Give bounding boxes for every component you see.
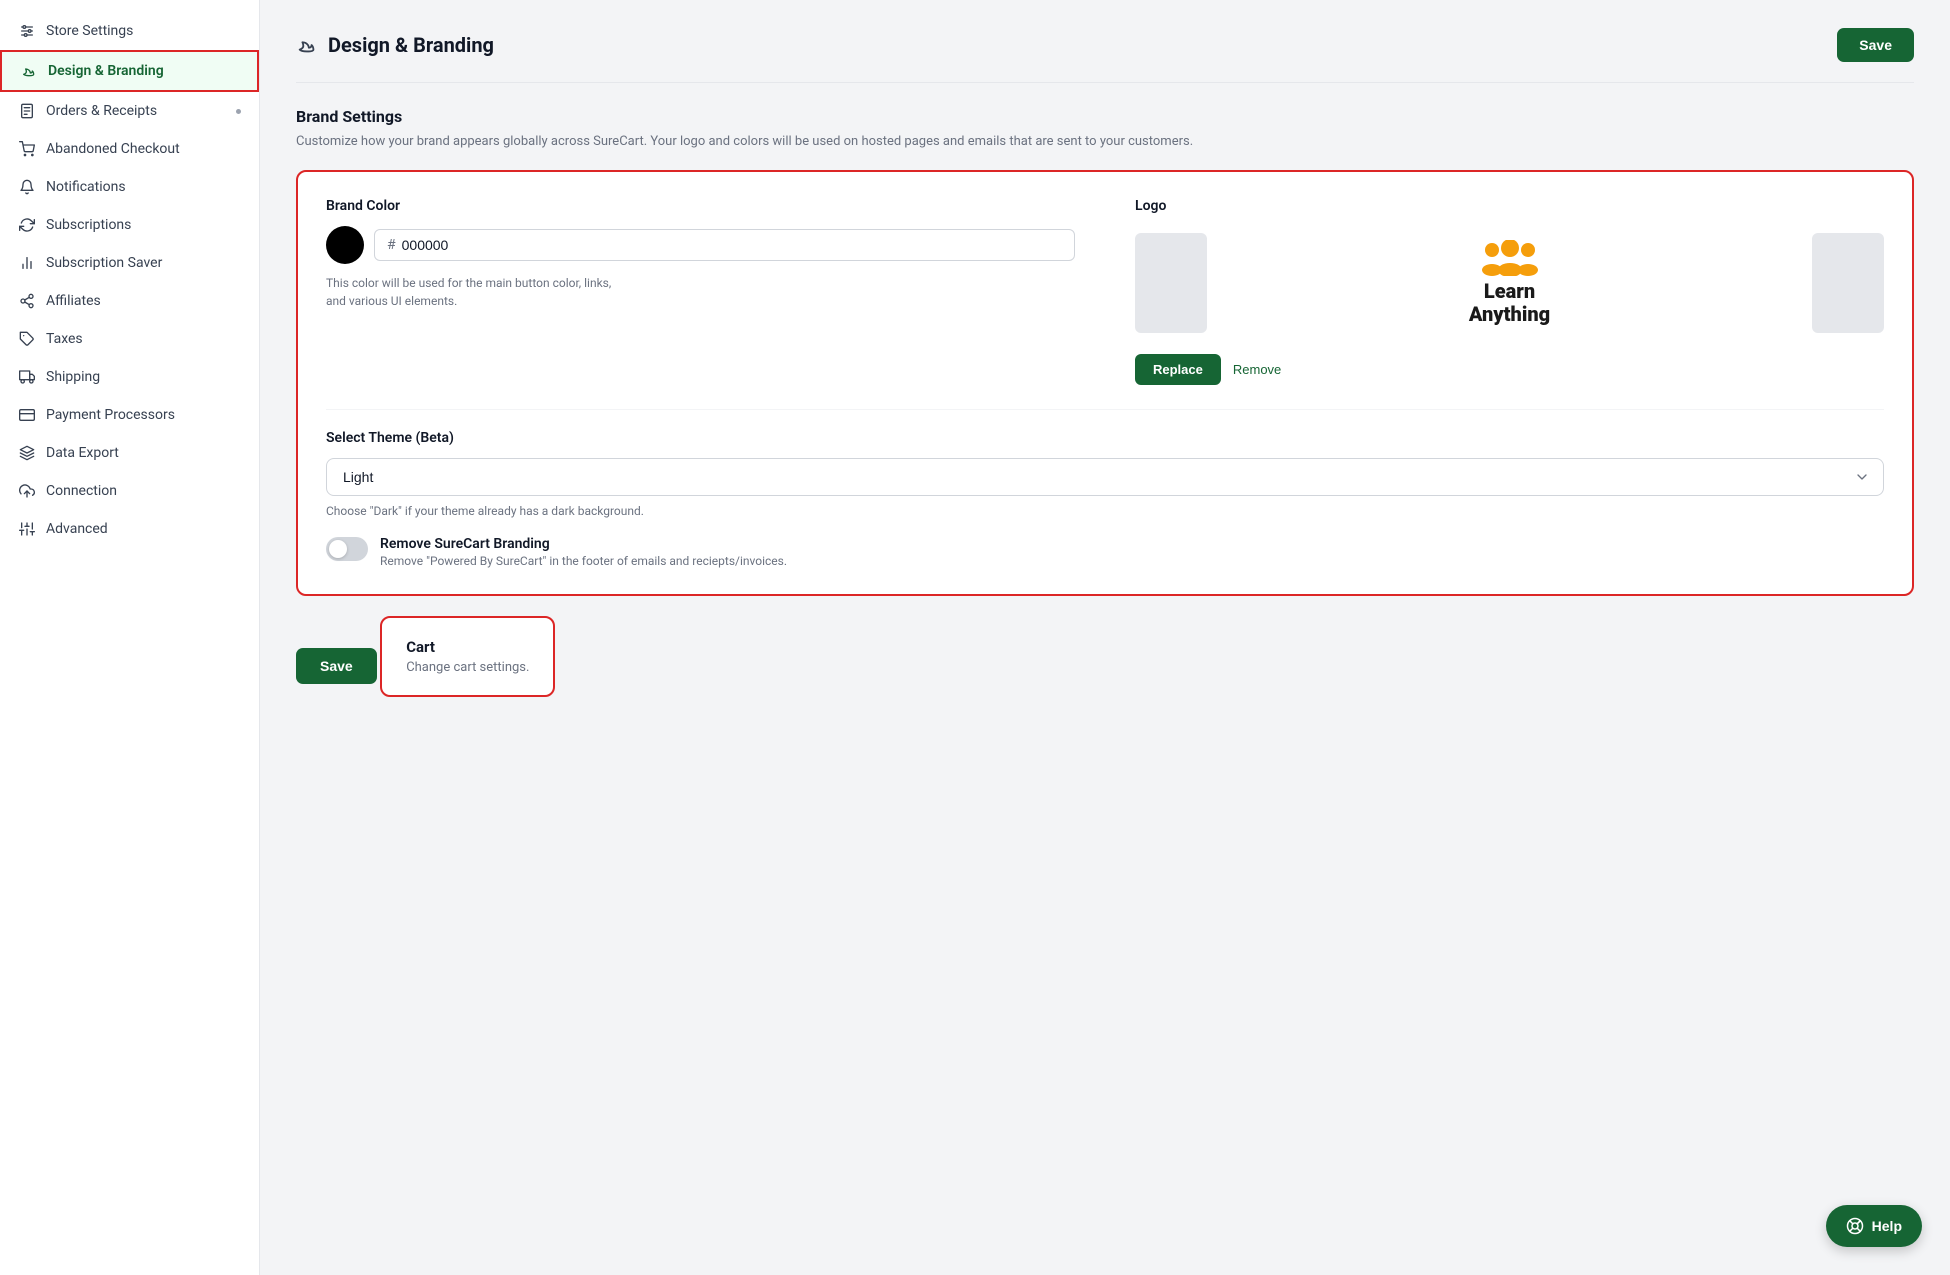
- theme-select-wrapper: Light Dark: [326, 458, 1884, 496]
- replace-logo-button[interactable]: Replace: [1135, 354, 1221, 385]
- logo-preview-row: Learn Anything: [1135, 226, 1884, 340]
- save-bottom-button[interactable]: Save: [296, 648, 377, 684]
- share-icon: [18, 292, 36, 310]
- cart-card-title: Cart: [406, 638, 529, 656]
- hash-sign: #: [387, 237, 396, 253]
- bell-icon: [18, 178, 36, 196]
- remove-branding-desc: Remove "Powered By SureCart" in the foot…: [380, 554, 787, 568]
- logo-main-area: Learn Anything: [1215, 226, 1804, 340]
- dot-indicator: [236, 109, 241, 114]
- sidebar-label-taxes: Taxes: [46, 331, 83, 347]
- page-title: Design & Branding: [328, 33, 494, 57]
- sidebar-item-orders-receipts[interactable]: Orders & Receipts: [0, 92, 259, 130]
- sidebar-label-design-branding: Design & Branding: [48, 63, 164, 79]
- sidebar-label-store-settings: Store Settings: [46, 23, 133, 39]
- color-text-input-wrapper: #: [374, 229, 1075, 261]
- sidebar-label-payment-processors: Payment Processors: [46, 407, 175, 423]
- sidebar-label-advanced: Advanced: [46, 521, 108, 537]
- brand-card-inner: Brand Color # This color will be used fo…: [326, 198, 1884, 385]
- sidebar-item-store-settings[interactable]: Store Settings: [0, 12, 259, 50]
- logo-label: Logo: [1135, 198, 1884, 214]
- color-input-row: #: [326, 226, 1075, 264]
- sidebar-item-advanced[interactable]: Advanced: [0, 510, 259, 548]
- toggle-label-group: Remove SureCart Branding Remove "Powered…: [380, 536, 787, 568]
- sidebar-label-notifications: Notifications: [46, 179, 126, 195]
- brand-settings-description: Customize how your brand appears globall…: [296, 132, 1914, 152]
- sidebar-label-orders-receipts: Orders & Receipts: [46, 103, 157, 119]
- brand-settings-title: Brand Settings: [296, 107, 1914, 126]
- page-title-area: Design & Branding: [296, 33, 494, 57]
- bar-chart-icon: [18, 254, 36, 272]
- brand-card: Brand Color # This color will be used fo…: [296, 170, 1914, 596]
- brand-color-section: Brand Color # This color will be used fo…: [326, 198, 1075, 385]
- tag-icon: [18, 330, 36, 348]
- logo-placeholder-left: [1135, 233, 1207, 333]
- remove-branding-row: Remove SureCart Branding Remove "Powered…: [326, 536, 1884, 568]
- theme-select[interactable]: Light Dark: [326, 458, 1884, 496]
- color-hint: This color will be used for the main but…: [326, 274, 626, 310]
- main-content: Design & Branding Save Brand Settings Cu…: [260, 0, 1950, 1275]
- help-label: Help: [1872, 1218, 1902, 1234]
- sidebar-item-data-export[interactable]: Data Export: [0, 434, 259, 472]
- cart-icon: [18, 140, 36, 158]
- color-swatch[interactable]: [326, 226, 364, 264]
- sidebar-label-subscriptions: Subscriptions: [46, 217, 131, 233]
- theme-hint: Choose "Dark" if your theme already has …: [326, 504, 1884, 518]
- sidebar-label-data-export: Data Export: [46, 445, 119, 461]
- sidebar-item-design-branding[interactable]: Design & Branding: [0, 50, 259, 92]
- sidebar-item-abandoned-checkout[interactable]: Abandoned Checkout: [0, 130, 259, 168]
- sidebar-label-subscription-saver: Subscription Saver: [46, 255, 162, 271]
- logo-text: Learn Anything: [1469, 280, 1550, 326]
- design-branding-header-icon: [296, 34, 318, 56]
- credit-card-icon: [18, 406, 36, 424]
- sidebar-item-subscription-saver[interactable]: Subscription Saver: [0, 244, 259, 282]
- logo-section: Logo: [1135, 198, 1884, 385]
- sidebar-item-connection[interactable]: Connection: [0, 472, 259, 510]
- save-header-button[interactable]: Save: [1837, 28, 1914, 62]
- cart-card: Cart Change cart settings.: [380, 616, 555, 697]
- logo-placeholder-right: [1812, 233, 1884, 333]
- sidebar-label-connection: Connection: [46, 483, 117, 499]
- page-header: Design & Branding Save: [296, 28, 1914, 62]
- logo-people-icon: [1480, 240, 1540, 276]
- remove-branding-label: Remove SureCart Branding: [380, 536, 787, 552]
- cart-card-description: Change cart settings.: [406, 660, 529, 675]
- help-button[interactable]: Help: [1826, 1205, 1922, 1247]
- theme-section: Select Theme (Beta) Light Dark Choose "D…: [326, 409, 1884, 568]
- remove-logo-button[interactable]: Remove: [1233, 362, 1281, 377]
- layers-icon: [18, 444, 36, 462]
- remove-branding-toggle[interactable]: [326, 537, 368, 561]
- logo-text-learn: Learn: [1469, 280, 1550, 303]
- color-hex-input[interactable]: [402, 237, 1062, 253]
- toggle-slider: [326, 537, 368, 561]
- sidebar-item-subscriptions[interactable]: Subscriptions: [0, 206, 259, 244]
- sidebar-item-shipping[interactable]: Shipping: [0, 358, 259, 396]
- sliders-icon: [18, 22, 36, 40]
- theme-label: Select Theme (Beta): [326, 430, 1884, 446]
- sidebar-item-taxes[interactable]: Taxes: [0, 320, 259, 358]
- receipt-icon: [18, 102, 36, 120]
- sidebar-item-notifications[interactable]: Notifications: [0, 168, 259, 206]
- sidebar-item-payment-processors[interactable]: Payment Processors: [0, 396, 259, 434]
- brand-color-label: Brand Color: [326, 198, 1075, 214]
- refresh-icon: [18, 216, 36, 234]
- brush-icon: [20, 62, 38, 80]
- sidebar-item-affiliates[interactable]: Affiliates: [0, 282, 259, 320]
- sidebar-label-abandoned-checkout: Abandoned Checkout: [46, 141, 180, 157]
- sidebar-label-affiliates: Affiliates: [46, 293, 101, 309]
- logo-actions: Replace Remove: [1135, 354, 1884, 385]
- cloud-upload-icon: [18, 482, 36, 500]
- header-divider: [296, 82, 1914, 83]
- brand-settings-section: Brand Settings Customize how your brand …: [296, 107, 1914, 596]
- truck-icon: [18, 368, 36, 386]
- advanced-sliders-icon: [18, 520, 36, 538]
- logo-text-anything: Anything: [1469, 303, 1550, 326]
- sidebar: Store Settings Design & Branding Orders …: [0, 0, 260, 1275]
- sidebar-label-shipping: Shipping: [46, 369, 100, 385]
- help-icon: [1846, 1217, 1864, 1235]
